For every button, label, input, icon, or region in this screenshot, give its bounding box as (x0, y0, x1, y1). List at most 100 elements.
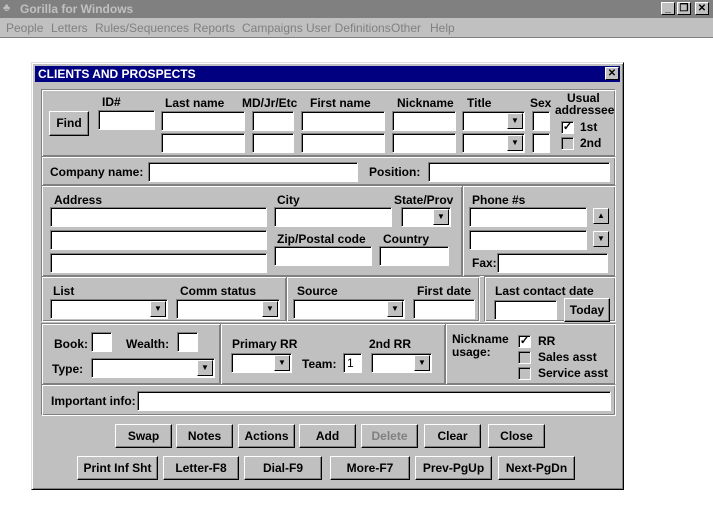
list-label: List (53, 284, 75, 298)
address-line-3-input[interactable] (50, 253, 267, 273)
menu-rules-sequences[interactable]: Rules/Sequences (95, 21, 189, 35)
last-name-input-2[interactable] (161, 133, 245, 153)
phone-down-icon[interactable]: ▼ (593, 231, 609, 247)
fax-input[interactable] (497, 253, 608, 273)
company-group: Company name: Position: (41, 156, 616, 186)
add-button[interactable]: Add (299, 424, 356, 448)
zip-label: Zip/Postal code (277, 232, 366, 246)
menu-bar: People Letters Rules/Sequences Reports C… (0, 18, 713, 38)
chevron-down-icon[interactable]: ▼ (433, 209, 449, 225)
phone-2-input[interactable] (469, 230, 587, 250)
country-input[interactable] (379, 246, 449, 266)
important-info-input[interactable] (137, 391, 611, 411)
last-contact-input[interactable] (494, 300, 557, 320)
clients-prospects-dialog: CLIENTS AND PROSPECTS ✕ Find ID# Last na… (31, 62, 624, 490)
dialog-title-bar: CLIENTS AND PROSPECTS ✕ (35, 66, 620, 82)
sex-input-2[interactable] (532, 133, 550, 153)
dial-f9-button[interactable]: Dial-F9 (244, 456, 322, 480)
source-group: Source ▼ First date (286, 276, 480, 322)
print-info-sheet-button[interactable]: Print Inf Sht (77, 456, 158, 480)
chevron-down-icon[interactable]: ▼ (197, 360, 213, 376)
dialog-title: CLIENTS AND PROSPECTS (38, 67, 196, 81)
phone-1-input[interactable] (469, 207, 587, 227)
gorilla-app-icon[interactable]: ♣ (3, 2, 17, 15)
state-select[interactable]: ▼ (401, 207, 451, 227)
source-select[interactable]: ▼ (293, 299, 405, 319)
city-input[interactable] (274, 207, 392, 227)
company-name-label: Company name: (50, 165, 144, 179)
clear-button[interactable]: Clear (424, 424, 481, 448)
team-input[interactable]: 1 (343, 353, 362, 373)
minimize-icon[interactable]: _ (661, 2, 675, 15)
first-date-label: First date (417, 284, 472, 298)
menu-letters[interactable]: Letters (51, 21, 88, 35)
close-button[interactable]: Close (488, 424, 545, 448)
dialog-close-icon[interactable]: ✕ (605, 67, 619, 80)
first-name-label: First name (310, 96, 371, 110)
app-title: Gorilla for Windows (20, 2, 134, 16)
comm-status-select[interactable]: ▼ (176, 299, 280, 319)
wealth-input[interactable] (177, 332, 198, 352)
letter-f8-button[interactable]: Letter-F8 (163, 456, 239, 480)
first-name-input[interactable] (301, 111, 385, 131)
nickname-input[interactable] (392, 111, 456, 131)
second-addressee-checkbox[interactable] (561, 137, 574, 150)
address-line-2-input[interactable] (50, 230, 267, 250)
chevron-down-icon[interactable]: ▼ (274, 355, 290, 371)
chevron-down-icon[interactable]: ▼ (507, 135, 523, 151)
title-select[interactable]: ▼ (462, 111, 525, 131)
address-line-1-input[interactable] (50, 207, 267, 227)
position-input[interactable] (428, 162, 610, 182)
phone-up-icon[interactable]: ▲ (593, 208, 609, 224)
zip-input[interactable] (274, 246, 372, 266)
state-label: State/Prov (394, 193, 454, 207)
title-select-2[interactable]: ▼ (462, 133, 525, 153)
chevron-down-icon[interactable]: ▼ (414, 355, 430, 371)
menu-other[interactable]: Other (391, 21, 421, 35)
close-icon[interactable]: ✕ (695, 2, 709, 15)
type-select[interactable]: ▼ (91, 358, 215, 378)
service-asst-label: Service asst (538, 366, 609, 380)
menu-campaigns[interactable]: Campaigns (242, 21, 303, 35)
restore-icon[interactable]: ❐ (677, 2, 691, 15)
find-button[interactable]: Find (49, 111, 89, 136)
service-asst-checkbox[interactable] (518, 367, 531, 380)
suffix-input[interactable] (252, 111, 294, 131)
chevron-down-icon[interactable]: ▼ (507, 113, 523, 129)
app-title-bar: ♣ Gorilla for Windows _ ❐ ✕ (0, 0, 713, 18)
actions-button[interactable]: Actions (238, 424, 295, 448)
primary-rr-select[interactable]: ▼ (231, 353, 292, 373)
next-pgdn-button[interactable]: Next-PgDn (498, 456, 575, 480)
last-name-input[interactable] (161, 111, 245, 131)
menu-reports[interactable]: Reports (193, 21, 235, 35)
chevron-down-icon[interactable]: ▼ (150, 301, 166, 317)
rr-checkbox[interactable]: ✓ (518, 335, 531, 348)
swap-button[interactable]: Swap (115, 424, 172, 448)
chevron-down-icon[interactable]: ▼ (262, 301, 278, 317)
first-date-input[interactable] (413, 299, 475, 319)
nickname-usage-group: Nickname usage: ✓ RR Sales asst Service … (445, 323, 616, 385)
last-name-label: Last name (165, 96, 225, 110)
sales-asst-checkbox[interactable] (518, 351, 531, 364)
menu-help[interactable]: Help (430, 21, 455, 35)
nickname-label: Nickname (397, 96, 454, 110)
notes-button[interactable]: Notes (176, 424, 233, 448)
chevron-down-icon[interactable]: ▼ (387, 301, 403, 317)
list-select[interactable]: ▼ (50, 299, 168, 319)
today-button[interactable]: Today (564, 298, 610, 322)
prev-pgup-button[interactable]: Prev-PgUp (415, 456, 492, 480)
nickname-input-2[interactable] (392, 133, 456, 153)
menu-user-definitions[interactable]: User Definitions (306, 21, 391, 35)
second-rr-select[interactable]: ▼ (371, 353, 432, 373)
source-label: Source (297, 284, 338, 298)
suffix-input-2[interactable] (252, 133, 294, 153)
id-input[interactable] (98, 110, 155, 130)
first-name-input-2[interactable] (301, 133, 385, 153)
book-input[interactable] (91, 332, 112, 352)
menu-people[interactable]: People (6, 21, 43, 35)
more-f7-button[interactable]: More-F7 (330, 456, 410, 480)
sex-input[interactable] (532, 111, 550, 131)
first-addressee-checkbox[interactable]: ✓ (561, 121, 574, 134)
company-name-input[interactable] (148, 162, 358, 182)
delete-button[interactable]: Delete (361, 424, 418, 448)
